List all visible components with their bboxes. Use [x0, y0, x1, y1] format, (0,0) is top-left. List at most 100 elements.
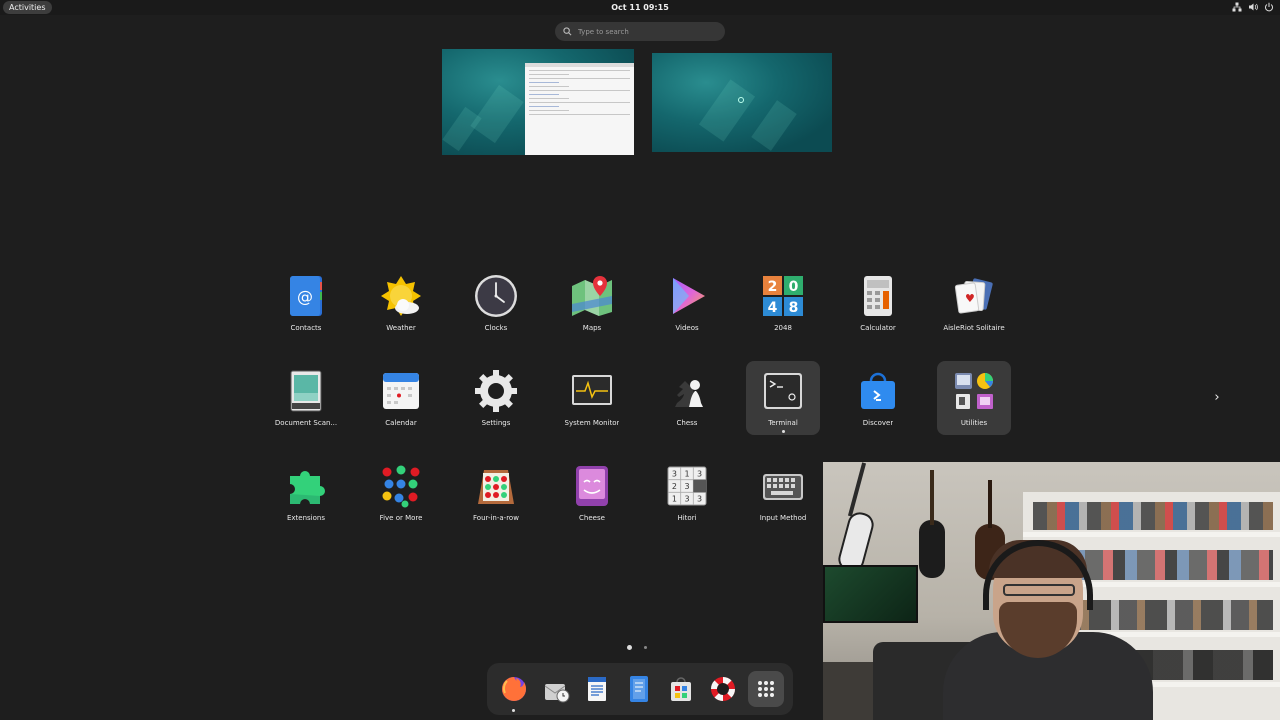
writer-icon: [588, 677, 606, 701]
dock-text-editor[interactable]: [621, 671, 657, 707]
activities-button[interactable]: Activities: [3, 1, 52, 14]
search-input[interactable]: [578, 27, 708, 36]
app-terminal[interactable]: Terminal: [746, 361, 820, 435]
videos-icon: [665, 274, 709, 318]
mail-icon: [544, 684, 570, 703]
app-settings[interactable]: Settings: [459, 361, 533, 435]
app-label: Calendar: [385, 419, 417, 427]
app-weather[interactable]: Weather: [364, 266, 438, 340]
contacts-icon: @: [284, 274, 328, 318]
app-label: Extensions: [286, 514, 325, 522]
monitor: [823, 565, 918, 623]
app-calculator[interactable]: Calculator: [841, 266, 915, 340]
app-label: Contacts: [290, 324, 322, 332]
next-page-button[interactable]: ›: [1210, 390, 1224, 406]
app-aisleriot-solitaire[interactable]: ♥ AisleRiot Solitaire: [937, 266, 1011, 340]
app-system-monitor[interactable]: System Monitor: [555, 361, 629, 435]
svg-text:3: 3: [672, 470, 677, 479]
show-apps-button[interactable]: [748, 671, 784, 707]
app-label: Discover: [862, 419, 894, 427]
running-indicator: [512, 709, 515, 712]
app-label: Cheese: [579, 514, 605, 522]
svg-text:2: 2: [768, 279, 778, 295]
dash-dock: [487, 663, 793, 715]
document-scanner-icon: [284, 369, 328, 413]
page-dot-2[interactable]: [644, 646, 647, 649]
show-apps-icon: [758, 681, 774, 697]
window-preview[interactable]: [525, 63, 634, 155]
app-maps[interactable]: Maps: [555, 266, 629, 340]
svg-text:8: 8: [789, 300, 799, 316]
maps-icon: [570, 274, 614, 318]
app-label: Weather: [386, 324, 416, 332]
app-cheese[interactable]: Cheese: [555, 456, 629, 530]
app-label: Utilities: [960, 419, 988, 427]
app-document-scanner[interactable]: Document Scan...: [269, 361, 343, 435]
input-method-icon: [761, 464, 805, 508]
svg-text:@: @: [297, 287, 313, 306]
search-bar[interactable]: [555, 22, 725, 41]
app-five-or-more[interactable]: Five or More: [364, 456, 438, 530]
svg-text:3: 3: [684, 482, 689, 491]
help-icon: [710, 676, 736, 702]
workspace-thumbnail-1[interactable]: [442, 49, 634, 155]
app-label: Maps: [582, 324, 602, 332]
dock-writer[interactable]: [579, 671, 615, 707]
text-editor-icon: [630, 676, 648, 702]
app-four-in-a-row[interactable]: Four-in-a-row: [459, 456, 533, 530]
webcam-overlay: [823, 462, 1280, 720]
app-utilities-folder[interactable]: Utilities: [937, 361, 1011, 435]
guitar-neck: [988, 480, 992, 528]
app-label: Five or More: [379, 514, 423, 522]
running-indicator: [782, 430, 785, 433]
app-label: Chess: [676, 419, 698, 427]
app-chess[interactable]: Chess: [650, 361, 724, 435]
clocks-icon: [474, 274, 518, 318]
app-videos[interactable]: Videos: [650, 266, 724, 340]
app-label: Clocks: [484, 324, 508, 332]
volume-icon[interactable]: [1248, 2, 1258, 12]
extensions-icon: [284, 464, 328, 508]
page-dot-1[interactable]: [627, 645, 632, 650]
app-label: System Monitor: [564, 419, 620, 427]
calendar-icon: [379, 369, 423, 413]
app-label: Calculator: [860, 324, 896, 332]
app-label: 2048: [774, 324, 792, 332]
guitar-neck: [930, 470, 934, 525]
app-clocks[interactable]: Clocks: [459, 266, 533, 340]
app-label: AisleRiot Solitaire: [943, 324, 1005, 332]
svg-text:1: 1: [684, 470, 689, 479]
dock-help[interactable]: [705, 671, 741, 707]
software-icon: [671, 677, 691, 701]
app-input-method[interactable]: Input Method: [746, 456, 820, 530]
loading-spinner: [738, 97, 744, 103]
four-in-a-row-icon: [474, 464, 518, 508]
shelf: [1023, 532, 1280, 537]
game-2048-icon: 2048: [761, 274, 805, 318]
firefox-icon: [502, 677, 526, 701]
app-contacts[interactable]: @ Contacts: [269, 266, 343, 340]
app-calendar[interactable]: Calendar: [364, 361, 438, 435]
app-discover[interactable]: Discover: [841, 361, 915, 435]
svg-text:4: 4: [768, 300, 778, 316]
workspace-thumbnail-2[interactable]: [652, 53, 832, 152]
app-extensions[interactable]: Extensions: [269, 456, 343, 530]
discover-icon: [856, 369, 900, 413]
page-indicator: [627, 645, 647, 650]
cheese-icon: [570, 464, 614, 508]
app-label: Four-in-a-row: [473, 514, 519, 522]
svg-text:3: 3: [684, 495, 689, 504]
dock-mail[interactable]: [538, 671, 574, 707]
dock-firefox[interactable]: [496, 671, 532, 712]
app-2048[interactable]: 2048 2048: [746, 266, 820, 340]
clock[interactable]: Oct 11 09:15: [600, 0, 680, 15]
power-icon[interactable]: [1264, 2, 1274, 12]
app-hitori[interactable]: 31323133 Hitori: [650, 456, 724, 530]
guitar-neck: [847, 462, 867, 517]
settings-icon: [474, 369, 518, 413]
top-bar: Activities Oct 11 09:15: [0, 0, 1280, 15]
system-tray[interactable]: [1232, 2, 1274, 13]
dock-software[interactable]: [663, 671, 699, 707]
network-icon[interactable]: [1232, 2, 1242, 12]
svg-text:3: 3: [697, 495, 702, 504]
